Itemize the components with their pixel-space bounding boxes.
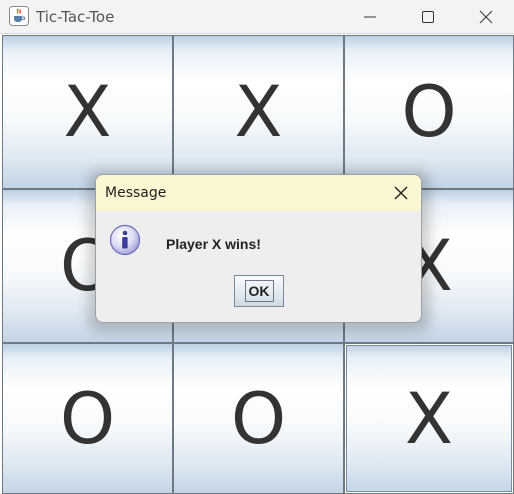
message-dialog: Message Player X wins! OK [95, 174, 422, 323]
ok-button-label: OK [244, 280, 274, 302]
ok-button[interactable]: OK [234, 275, 284, 307]
board-cell-2[interactable]: X [173, 35, 344, 189]
board-cell-7[interactable]: O [2, 343, 173, 494]
window-title: Tic-Tac-Toe [36, 8, 115, 26]
close-icon [479, 10, 493, 24]
dialog-title: Message [105, 185, 167, 201]
board-cell-9[interactable]: X [344, 343, 514, 494]
minimize-icon [364, 16, 376, 18]
window-close-button[interactable] [457, 0, 514, 34]
java-coffee-cup-icon [9, 6, 29, 26]
dialog-close-button[interactable] [387, 179, 415, 207]
minimize-button[interactable] [341, 0, 399, 34]
close-icon [394, 186, 408, 200]
dialog-titlebar[interactable]: Message [96, 175, 421, 211]
dialog-message: Player X wins! [166, 236, 261, 252]
info-icon [109, 224, 141, 256]
window-titlebar[interactable]: Tic-Tac-Toe [0, 0, 514, 34]
maximize-icon [422, 11, 434, 23]
maximize-button[interactable] [399, 0, 457, 34]
board-cell-3[interactable]: O [344, 35, 514, 189]
board-cell-8[interactable]: O [173, 343, 344, 494]
board-cell-1[interactable]: X [2, 35, 173, 189]
